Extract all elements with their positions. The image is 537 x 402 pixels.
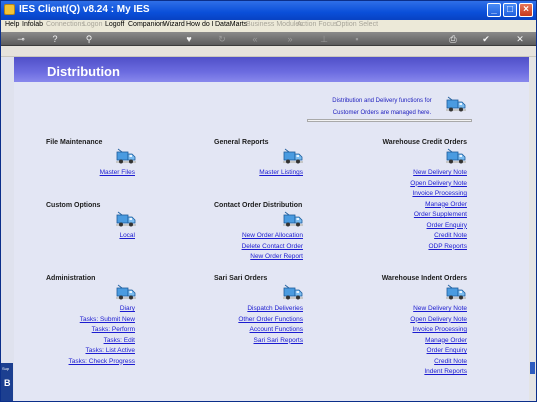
link-indent-order-enquiry[interactable]: Order Enquiry <box>427 347 467 354</box>
link-order-enquiry[interactable]: Order Enquiry <box>427 222 467 229</box>
truck-icon <box>116 148 136 164</box>
intro-text: Distribution and Delivery functions for … <box>307 95 457 119</box>
close-icon[interactable]: ✕ <box>514 33 526 45</box>
dock-label: Sup <box>2 366 10 371</box>
intro-divider <box>307 119 472 122</box>
menu-help[interactable]: Help <box>5 21 19 28</box>
link-account-functions[interactable]: Account Functions <box>250 326 303 333</box>
tab-strip <box>1 46 536 57</box>
truck-icon <box>446 148 466 164</box>
administration-title: Administration <box>46 275 96 282</box>
checkmark-icon[interactable]: ✔ <box>480 33 492 45</box>
toolbar: ⊸ ? ⚲ ♥ ↻ « » ⊥ ▪ ⎙ ✔ ✕ <box>1 32 536 46</box>
link-master-files[interactable]: Master Files <box>100 169 135 176</box>
app-icon <box>4 4 15 15</box>
link-tasks-perform[interactable]: Tasks: Perform <box>92 326 135 333</box>
vertical-scrollbar[interactable] <box>529 57 536 401</box>
link-manage-order[interactable]: Manage Order <box>425 201 467 208</box>
link-indent-open-delivery-note[interactable]: Open Delivery Note <box>410 316 467 323</box>
window-title: IES Client(Q) v8.24 : My IES <box>19 4 150 15</box>
scrollbar-thumb[interactable] <box>530 362 535 374</box>
link-local[interactable]: Local <box>119 232 135 239</box>
menu-business-modules[interactable]: Business Modules <box>246 21 303 28</box>
link-indent-credit-note[interactable]: Credit Note <box>434 358 467 365</box>
link-order-supplement[interactable]: Order Supplement <box>414 211 467 218</box>
menu-companion[interactable]: Companion <box>128 21 164 28</box>
forward-double-icon[interactable]: » <box>284 33 296 45</box>
heart-icon[interactable]: ♥ <box>183 33 195 45</box>
link-tasks-submit-new[interactable]: Tasks: Submit New <box>80 316 135 323</box>
menu-logoff[interactable]: Logoff <box>105 21 124 28</box>
truck-icon <box>116 284 136 300</box>
link-credit-note[interactable]: Credit Note <box>434 232 467 239</box>
help-icon[interactable]: ? <box>49 33 61 45</box>
link-new-order-allocation[interactable]: New Order Allocation <box>242 232 303 239</box>
link-new-order-report[interactable]: New Order Report <box>250 253 303 260</box>
custom-options-title: Custom Options <box>46 202 101 209</box>
link-indent-manage-order[interactable]: Manage Order <box>425 337 467 344</box>
link-master-listings[interactable]: Master Listings <box>259 169 303 176</box>
link-invoice-processing[interactable]: Invoice Processing <box>412 190 467 197</box>
contact-order-distribution-title: Contact Order Distribution <box>214 202 303 209</box>
search-icon[interactable]: ⚲ <box>83 33 95 45</box>
back-double-icon[interactable]: « <box>249 33 261 45</box>
link-sari-sari-reports[interactable]: Sari Sari Reports <box>254 337 304 344</box>
truck-icon <box>116 211 136 227</box>
maximize-button[interactable]: □ <box>503 3 517 17</box>
truck-icon <box>283 148 303 164</box>
menu-logon[interactable]: Logon <box>83 21 102 28</box>
link-new-delivery-note[interactable]: New Delivery Note <box>413 169 467 176</box>
document-icon[interactable]: ▪ <box>351 33 363 45</box>
truck-icon <box>446 284 466 300</box>
warehouse-credit-orders-title: Warehouse Credit Orders <box>382 139 467 146</box>
menu-datamarts[interactable]: DataMarts <box>215 21 247 28</box>
link-tasks-list-active[interactable]: Tasks: List Active <box>86 347 136 354</box>
link-indent-reports[interactable]: Indent Reports <box>424 368 467 375</box>
link-tasks-edit[interactable]: Tasks: Edit <box>104 337 135 344</box>
pin-icon[interactable]: ⊥ <box>318 33 330 45</box>
truck-icon <box>283 211 303 227</box>
key-icon[interactable]: ⊸ <box>11 33 31 45</box>
app-window: IES Client(Q) v8.24 : My IES _ □ × Help … <box>0 0 537 402</box>
general-reports-title: General Reports <box>214 139 269 146</box>
dock-letter: B <box>4 378 11 388</box>
refresh-icon[interactable]: ↻ <box>216 33 228 45</box>
menu-wizard[interactable]: Wizard <box>163 21 185 28</box>
menu-action-focus[interactable]: Action Focus <box>297 21 337 28</box>
file-maintenance-title: File Maintenance <box>46 139 103 146</box>
page-header: Distribution <box>14 57 531 82</box>
distribution-page: Distribution Distribution and Delivery f… <box>14 57 531 401</box>
intro-line-2: Customer Orders are managed here. <box>332 110 432 116</box>
link-odp-reports[interactable]: ODP Reports <box>428 243 467 250</box>
warehouse-indent-orders-title: Warehouse Indent Orders <box>381 275 467 282</box>
link-indent-new-delivery-note[interactable]: New Delivery Note <box>413 305 467 312</box>
menu-connections[interactable]: Connections <box>46 21 85 28</box>
menu-how-do-i[interactable]: How do I <box>186 21 214 28</box>
link-other-order-functions[interactable]: Other Order Functions <box>238 316 303 323</box>
intro-line-1: Distribution and Delivery functions for <box>332 98 432 104</box>
page-title: Distribution <box>47 64 120 79</box>
link-indent-invoice-processing[interactable]: Invoice Processing <box>412 326 467 333</box>
minimize-button[interactable]: _ <box>487 3 501 17</box>
menu-bar: Help Infolab Connections Logon Logoff Co… <box>1 20 536 32</box>
link-tasks-check-progress[interactable]: Tasks: Check Progress <box>69 358 135 365</box>
dock-panel[interactable]: Sup B <box>1 363 13 401</box>
title-bar[interactable]: IES Client(Q) v8.24 : My IES _ □ × <box>1 1 536 20</box>
truck-icon <box>446 96 466 112</box>
menu-option-select[interactable]: Option Select <box>336 21 378 28</box>
truck-icon <box>283 284 303 300</box>
link-delete-contact-order[interactable]: Delete Contact Order <box>242 243 303 250</box>
sari-sari-orders-title: Sari Sari Orders <box>214 275 268 282</box>
link-dispatch-deliveries[interactable]: Dispatch Deliveries <box>247 305 303 312</box>
printer-icon[interactable]: ⎙ <box>447 33 459 45</box>
link-open-delivery-note[interactable]: Open Delivery Note <box>410 180 467 187</box>
left-dock: Sup B <box>1 57 13 401</box>
close-window-button[interactable]: × <box>519 3 533 17</box>
link-diary[interactable]: Diary <box>120 305 135 312</box>
menu-infolab[interactable]: Infolab <box>22 21 43 28</box>
